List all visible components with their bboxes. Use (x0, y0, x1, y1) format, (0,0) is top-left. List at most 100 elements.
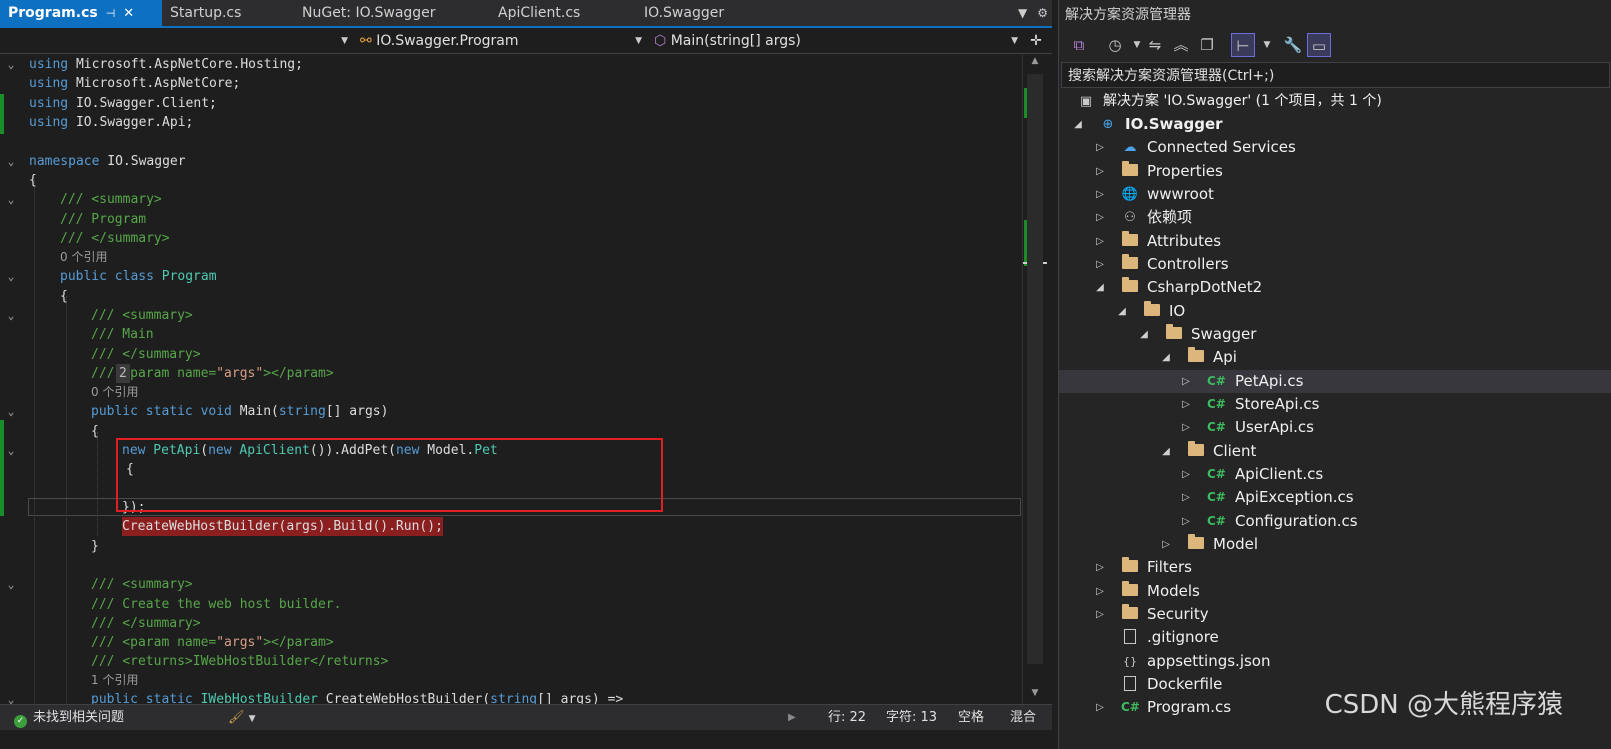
expanded-caret-icon[interactable]: ◢ (1159, 346, 1173, 369)
tree-node[interactable]: ▷ Properties (1059, 160, 1611, 183)
tab-io-swagger[interactable]: IO.Swagger (636, 0, 776, 26)
expanded-caret-icon[interactable]: ◢ (1115, 300, 1129, 323)
code-line[interactable]: using IO.Swagger.Api; (0, 113, 1022, 132)
collapsed-caret-icon[interactable]: ▷ (1093, 206, 1107, 229)
tree-node[interactable]: ▷ C# Configuration.cs (1059, 510, 1611, 533)
split-window-icon[interactable]: ✛ (1026, 30, 1046, 52)
codelens-references[interactable]: 1 个引用 (0, 671, 1022, 690)
collapsed-caret-icon[interactable]: ▷ (1093, 136, 1107, 159)
member-dropdown[interactable]: ⬡ Main(string[] args) ▼ (650, 30, 1022, 52)
tree-node[interactable]: ▷ Filters (1059, 556, 1611, 579)
line-ending-indicator[interactable]: 混合 (1010, 705, 1036, 730)
tree-node[interactable]: ◢ Swagger (1059, 323, 1611, 346)
code-area[interactable]: ⌄ using Microsoft.AspNetCore.Hosting; usi… (0, 54, 1022, 704)
tab-list-dropdown-icon[interactable]: ▼ (1018, 6, 1027, 20)
tree-solution[interactable]: ▣ 解决方案 'IO.Swagger' (1 个项目，共 1 个) (1059, 90, 1611, 113)
tree-node[interactable]: ▷ C# UserApi.cs (1059, 416, 1611, 439)
code-line[interactable]: { (0, 287, 1022, 306)
scroll-right-icon[interactable]: ▶ (788, 705, 796, 730)
tree-node[interactable]: ▷ C# StoreApi.cs (1059, 393, 1611, 416)
code-line-error[interactable]: CreateWebHostBuilder(args).Build().Run()… (0, 517, 1022, 536)
collapsed-caret-icon[interactable]: ▷ (1179, 486, 1193, 509)
tree-node[interactable]: ▷ C# ApiClient.cs (1059, 463, 1611, 486)
code-line[interactable]: /// Main (0, 325, 1022, 344)
preview-selected-icon[interactable]: ▭ (1307, 33, 1331, 57)
code-line[interactable]: ⌄ namespace IO.Swagger (0, 152, 1022, 171)
switch-views-icon[interactable]: ⧉ (1067, 33, 1091, 57)
whitespace-indicator[interactable]: 空格 (958, 705, 984, 730)
code-line[interactable]: using Microsoft.AspNetCore; (0, 74, 1022, 93)
code-line[interactable]: ⌄ public class Program (0, 267, 1022, 286)
scroll-thumb[interactable] (1027, 74, 1043, 664)
code-line[interactable]: ⌄ public static void Main(string[] args) (0, 402, 1022, 421)
settings-gear-icon[interactable]: ⚙ (1037, 6, 1048, 20)
tree-node[interactable]: ◢ Api (1059, 346, 1611, 369)
collapsed-caret-icon[interactable]: ▷ (1093, 160, 1107, 183)
tree-node[interactable]: ▷ Controllers (1059, 253, 1611, 276)
collapsed-caret-icon[interactable]: ▷ (1179, 393, 1193, 416)
tab-nuget[interactable]: NuGet: IO.Swagger (294, 0, 490, 26)
code-line[interactable]: /// Program (0, 210, 1022, 229)
collapse-icon[interactable]: ⌄ (4, 267, 18, 286)
tree-node[interactable]: ▷ ⚇ 依赖项 (1059, 206, 1611, 229)
tree-node[interactable]: ◢ Client (1059, 440, 1611, 463)
code-line[interactable]: { (0, 171, 1022, 190)
tab-program-cs[interactable]: Program.cs ⊣ ✕ (0, 0, 162, 26)
tree-node[interactable]: ◢ IO (1059, 300, 1611, 323)
collapsed-caret-icon[interactable]: ▷ (1093, 603, 1107, 626)
scroll-down-icon[interactable]: ▼ (1023, 688, 1047, 698)
properties-wrench-icon[interactable]: 🔧 (1281, 33, 1305, 57)
project-dropdown[interactable]: ▼ (0, 30, 352, 52)
tab-startup-cs[interactable]: Startup.cs (162, 0, 294, 26)
tree-view-icon[interactable]: ⊢ (1231, 33, 1255, 57)
tree-node[interactable]: ◢ CsharpDotNet2 (1059, 276, 1611, 299)
tree-project[interactable]: ◢ ⊕ IO.Swagger (1059, 113, 1611, 136)
tree-node[interactable]: ▷ Model (1059, 533, 1611, 556)
collapse-all-icon[interactable]: ︽ (1169, 33, 1193, 57)
collapsed-caret-icon[interactable]: ▷ (1093, 580, 1107, 603)
close-icon[interactable]: ✕ (123, 6, 134, 21)
tree-node[interactable]: ▷ 🌐 wwwroot (1059, 183, 1611, 206)
collapsed-caret-icon[interactable]: ▷ (1093, 696, 1107, 719)
code-line[interactable]: ⌄/// <summary> (0, 190, 1022, 209)
code-line[interactable]: /// <param name="args"></param> 2 (0, 364, 1022, 383)
expanded-caret-icon[interactable]: ◢ (1159, 440, 1173, 463)
issues-indicator[interactable]: ✓ 未找到相关问题 (14, 705, 124, 730)
collapse-icon[interactable]: ⌄ (4, 575, 18, 594)
code-line[interactable]: ⌄/// <summary> (0, 306, 1022, 325)
tab-apiclient-cs[interactable]: ApiClient.cs (490, 0, 636, 26)
codelens-references[interactable]: 0 个引用 (0, 248, 1022, 267)
code-line[interactable]: using IO.Swagger.Client; (0, 94, 1022, 113)
code-line[interactable]: ⌄ using Microsoft.AspNetCore.Hosting; (0, 55, 1022, 74)
code-line[interactable]: ⌄ public static IWebHostBuilder CreateWeb… (0, 690, 1022, 704)
collapsed-caret-icon[interactable]: ▷ (1159, 533, 1173, 556)
collapse-icon[interactable]: ⌄ (4, 55, 18, 74)
collapsed-caret-icon[interactable]: ▷ (1179, 510, 1193, 533)
tree-node[interactable]: {} appsettings.json (1059, 650, 1611, 673)
vertical-scrollbar[interactable]: ▲ ▼ (1022, 54, 1047, 704)
tree-node[interactable]: ▷ Security (1059, 603, 1611, 626)
explorer-search-input[interactable]: 搜索解决方案资源管理器(Ctrl+;) (1061, 62, 1610, 88)
collapse-icon[interactable]: ⌄ (4, 402, 18, 421)
collapsed-caret-icon[interactable]: ▷ (1179, 370, 1193, 393)
collapsed-caret-icon[interactable]: ▷ (1093, 183, 1107, 206)
collapsed-caret-icon[interactable]: ▷ (1179, 463, 1193, 486)
collapse-icon[interactable]: ⌄ (4, 152, 18, 171)
collapse-icon[interactable]: ⌄ (4, 690, 18, 704)
code-line[interactable]: ⌄/// <summary> (0, 575, 1022, 594)
show-all-files-icon[interactable]: ❐ (1195, 33, 1219, 57)
expanded-caret-icon[interactable]: ◢ (1071, 113, 1085, 136)
tree-node[interactable]: ▷ C# ApiException.cs (1059, 486, 1611, 509)
column-indicator[interactable]: 字符: 13 (886, 705, 937, 730)
tree-node[interactable]: .gitignore (1059, 626, 1611, 649)
pending-changes-icon[interactable]: ◷ (1103, 33, 1127, 57)
code-line[interactable]: /// </summary> (0, 614, 1022, 633)
code-cleanup-brush-icon[interactable]: 🖌 ▼ (228, 705, 256, 730)
solution-tree[interactable]: ▣ 解决方案 'IO.Swagger' (1 个项目，共 1 个) ◢ ⊕ IO… (1059, 90, 1611, 749)
tree-node-selected[interactable]: ▷ C# PetApi.cs (1059, 370, 1611, 393)
code-line[interactable]: /// Create the web host builder. (0, 595, 1022, 614)
class-dropdown[interactable]: ⚯ IO.Swagger.Program ▼ (356, 30, 646, 52)
hint-badge[interactable]: 2 (116, 364, 130, 383)
pin-icon[interactable]: ⊣ (106, 7, 116, 20)
chevron-down-icon[interactable]: ▼ (1255, 33, 1279, 57)
